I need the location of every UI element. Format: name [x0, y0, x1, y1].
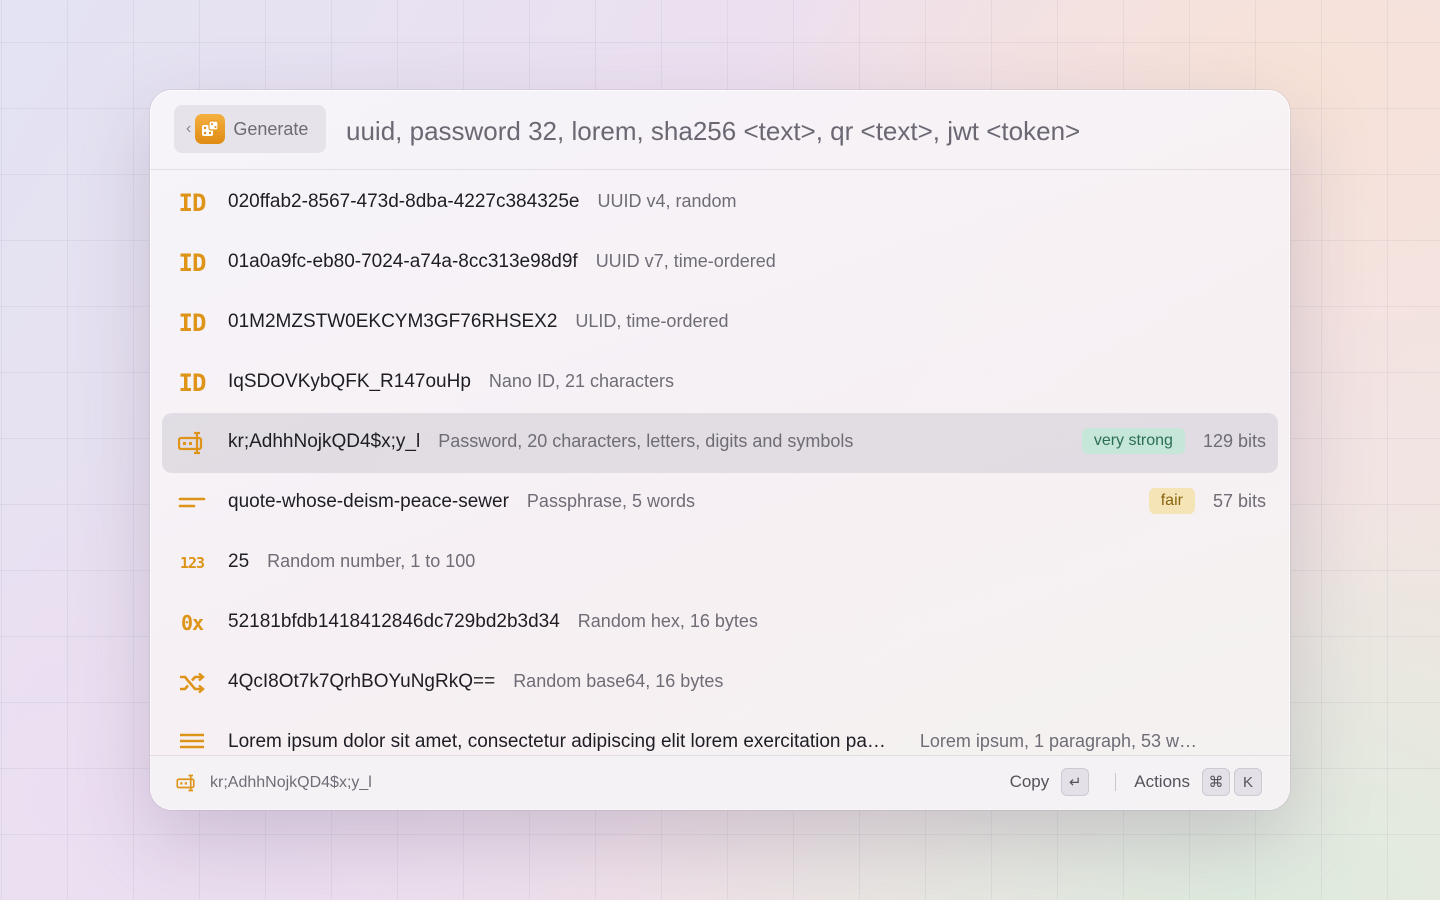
list-item[interactable]: ID 020ffab2-8567-473d-8dba-4227c384325e U…	[162, 173, 1278, 233]
id-icon: ID	[178, 369, 207, 397]
item-title: Lorem ipsum dolor sit amet, consectetur …	[228, 731, 886, 752]
shuffle-icon	[178, 670, 206, 696]
return-key-icon: ↵	[1061, 768, 1090, 796]
search-input[interactable]	[344, 112, 1248, 150]
back-button[interactable]: ‹ Generate	[174, 105, 326, 153]
item-title: kr;AdhhNojkQD4$x;y_l	[228, 431, 421, 452]
list-item[interactable]: quote-whose-deism-peace-sewer Passphrase,…	[162, 473, 1278, 533]
item-subtitle: Passphrase, 5 words	[526, 491, 696, 511]
list-item-selected[interactable]: kr;AdhhNojkQD4$x;y_l Password, 20 charact…	[162, 413, 1278, 473]
list-item[interactable]: Lorem ipsum dolor sit amet, consectetur …	[162, 713, 1278, 755]
chevron-left-icon: ‹	[186, 120, 192, 137]
command-key-icon: ⌘	[1202, 768, 1230, 796]
list-item[interactable]: 0x 52181bfdb1418412846dc729bd2b3d34 Rando…	[162, 593, 1278, 653]
id-icon: ID	[178, 189, 207, 217]
item-subtitle: Nano ID, 21 characters	[488, 371, 674, 391]
launcher-window: ‹ Generate ID 020ffab2-8567-473d-8dba-42…	[150, 90, 1290, 810]
dice-icon	[195, 114, 226, 144]
divider	[1115, 773, 1117, 791]
item-subtitle: UUID v7, time-ordered	[595, 251, 776, 271]
results-list: ID 020ffab2-8567-473d-8dba-4227c384325e U…	[150, 170, 1290, 755]
item-title: 020ffab2-8567-473d-8dba-4227c384325e	[228, 191, 580, 212]
item-title: 01a0a9fc-eb80-7024-a74a-8cc313e98d9f	[228, 251, 578, 272]
strength-badge: very strong	[1081, 428, 1185, 454]
actions-button[interactable]: Actions	[1134, 772, 1190, 792]
item-subtitle: Lorem ipsum, 1 paragraph, 53 w…	[919, 731, 1198, 751]
password-icon	[176, 774, 198, 797]
k-key: K	[1234, 768, 1262, 796]
action-bar: kr;AdhhNojkQD4$x;y_l Copy ↵ Actions ⌘ K	[150, 755, 1290, 810]
item-title: 4QcI8Ot7k7QrhBOYuNgRkQ==	[228, 671, 496, 692]
item-title: 52181bfdb1418412846dc729bd2b3d34	[228, 611, 560, 632]
password-icon	[178, 430, 206, 456]
id-icon: ID	[178, 249, 207, 277]
passphrase-icon	[178, 490, 206, 516]
entropy-bits: 57 bits	[1212, 490, 1266, 511]
item-subtitle: UUID v4, random	[597, 191, 737, 211]
list-item[interactable]: 123 25 Random number, 1 to 100	[162, 533, 1278, 593]
item-subtitle: Random number, 1 to 100	[267, 551, 476, 571]
list-item[interactable]: ID IqSDOVKybQFK_R147ouHp Nano ID, 21 char…	[162, 353, 1278, 413]
item-subtitle: ULID, time-ordered	[575, 311, 729, 331]
id-icon: ID	[178, 309, 207, 337]
item-title: 25	[228, 551, 250, 572]
search-bar: ‹ Generate	[150, 90, 1290, 170]
item-subtitle: Random hex, 16 bytes	[577, 611, 758, 631]
list-item[interactable]: 4QcI8Ot7k7QrhBOYuNgRkQ== Random base64, 1…	[162, 653, 1278, 713]
item-title: IqSDOVKybQFK_R147ouHp	[228, 371, 471, 392]
entropy-bits: 129 bits	[1202, 430, 1266, 451]
selected-item-preview: kr;AdhhNojkQD4$x;y_l	[210, 774, 372, 791]
item-subtitle: Random base64, 16 bytes	[513, 671, 724, 691]
command-name: Generate	[233, 118, 309, 139]
strength-badge: fair	[1148, 488, 1195, 514]
number-icon: 123	[179, 554, 205, 572]
lorem-icon	[178, 730, 206, 755]
item-title: 01M2MZSTW0EKCYM3GF76RHSEX2	[228, 311, 558, 332]
copy-button[interactable]: Copy	[1010, 772, 1050, 792]
hex-icon: 0x	[180, 611, 204, 635]
item-title: quote-whose-deism-peace-sewer	[228, 491, 509, 512]
list-item[interactable]: ID 01a0a9fc-eb80-7024-a74a-8cc313e98d9f U…	[162, 233, 1278, 293]
item-subtitle: Password, 20 characters, letters, digits…	[438, 431, 854, 451]
list-item[interactable]: ID 01M2MZSTW0EKCYM3GF76RHSEX2 ULID, time-…	[162, 293, 1278, 353]
